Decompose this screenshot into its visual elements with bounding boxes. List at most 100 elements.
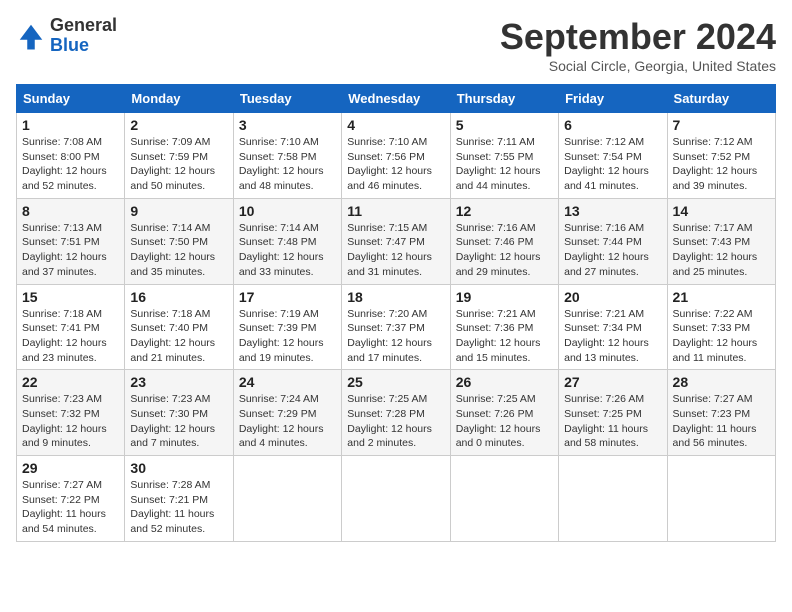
day-info: Sunrise: 7:21 AM Sunset: 7:36 PM Dayligh…	[456, 307, 553, 366]
day-info: Sunrise: 7:12 AM Sunset: 7:54 PM Dayligh…	[564, 135, 661, 194]
day-cell: 16 Sunrise: 7:18 AM Sunset: 7:40 PM Dayli…	[125, 284, 233, 370]
day-number: 19	[456, 289, 553, 305]
day-info: Sunrise: 7:25 AM Sunset: 7:28 PM Dayligh…	[347, 392, 444, 451]
day-number: 25	[347, 374, 444, 390]
title-area: September 2024 Social Circle, Georgia, U…	[500, 16, 776, 74]
day-number: 29	[22, 460, 119, 476]
day-number: 23	[130, 374, 227, 390]
logo: General Blue	[16, 16, 117, 56]
day-cell: 17Sunrise: 7:19 AM Sunset: 7:39 PM Dayli…	[233, 284, 341, 370]
day-cell	[233, 456, 341, 542]
day-cell: 28 Sunrise: 7:27 AM Sunset: 7:23 PM Dayli…	[667, 370, 775, 456]
day-cell: 14 Sunrise: 7:17 AM Sunset: 7:43 PM Dayli…	[667, 198, 775, 284]
day-cell: 25 Sunrise: 7:25 AM Sunset: 7:28 PM Dayli…	[342, 370, 450, 456]
day-number: 28	[673, 374, 770, 390]
day-info: Sunrise: 7:27 AM Sunset: 7:22 PM Dayligh…	[22, 478, 119, 537]
day-number: 6	[564, 117, 661, 133]
day-number: 18	[347, 289, 444, 305]
col-header-saturday: Saturday	[667, 85, 775, 113]
day-cell: 7 Sunrise: 7:12 AM Sunset: 7:52 PM Daylig…	[667, 113, 775, 199]
day-cell: 18 Sunrise: 7:20 AM Sunset: 7:37 PM Dayli…	[342, 284, 450, 370]
day-info: Sunrise: 7:18 AM Sunset: 7:41 PM Dayligh…	[22, 307, 119, 366]
day-number: 2	[130, 117, 227, 133]
header: General Blue September 2024 Social Circl…	[16, 16, 776, 74]
day-info: Sunrise: 7:17 AM Sunset: 7:43 PM Dayligh…	[673, 221, 770, 280]
day-info: Sunrise: 7:12 AM Sunset: 7:52 PM Dayligh…	[673, 135, 770, 194]
day-cell: 6 Sunrise: 7:12 AM Sunset: 7:54 PM Daylig…	[559, 113, 667, 199]
col-header-thursday: Thursday	[450, 85, 558, 113]
logo-general: General	[50, 16, 117, 36]
logo-icon	[16, 21, 46, 51]
day-number: 27	[564, 374, 661, 390]
day-cell: 13 Sunrise: 7:16 AM Sunset: 7:44 PM Dayli…	[559, 198, 667, 284]
day-cell: 26Sunrise: 7:25 AM Sunset: 7:26 PM Dayli…	[450, 370, 558, 456]
day-cell: 9 Sunrise: 7:14 AM Sunset: 7:50 PM Daylig…	[125, 198, 233, 284]
day-info: Sunrise: 7:23 AM Sunset: 7:30 PM Dayligh…	[130, 392, 227, 451]
day-cell: 3 Sunrise: 7:10 AM Sunset: 7:58 PM Daylig…	[233, 113, 341, 199]
day-cell: 29 Sunrise: 7:27 AM Sunset: 7:22 PM Dayli…	[17, 456, 125, 542]
day-number: 21	[673, 289, 770, 305]
day-number: 11	[347, 203, 444, 219]
day-number: 13	[564, 203, 661, 219]
day-number: 8	[22, 203, 119, 219]
day-cell: 23 Sunrise: 7:23 AM Sunset: 7:30 PM Dayli…	[125, 370, 233, 456]
day-number: 14	[673, 203, 770, 219]
week-row-4: 22Sunrise: 7:23 AM Sunset: 7:32 PM Dayli…	[17, 370, 776, 456]
day-cell: 2 Sunrise: 7:09 AM Sunset: 7:59 PM Daylig…	[125, 113, 233, 199]
day-info: Sunrise: 7:28 AM Sunset: 7:21 PM Dayligh…	[130, 478, 227, 537]
day-number: 16	[130, 289, 227, 305]
day-info: Sunrise: 7:15 AM Sunset: 7:47 PM Dayligh…	[347, 221, 444, 280]
day-info: Sunrise: 7:10 AM Sunset: 7:58 PM Dayligh…	[239, 135, 336, 194]
day-cell: 1 Sunrise: 7:08 AM Sunset: 8:00 PM Daylig…	[17, 113, 125, 199]
week-row-5: 29 Sunrise: 7:27 AM Sunset: 7:22 PM Dayli…	[17, 456, 776, 542]
col-header-tuesday: Tuesday	[233, 85, 341, 113]
day-info: Sunrise: 7:13 AM Sunset: 7:51 PM Dayligh…	[22, 221, 119, 280]
day-cell: 30 Sunrise: 7:28 AM Sunset: 7:21 PM Dayli…	[125, 456, 233, 542]
day-info: Sunrise: 7:16 AM Sunset: 7:44 PM Dayligh…	[564, 221, 661, 280]
day-number: 17	[239, 289, 336, 305]
day-info: Sunrise: 7:26 AM Sunset: 7:25 PM Dayligh…	[564, 392, 661, 451]
day-info: Sunrise: 7:14 AM Sunset: 7:48 PM Dayligh…	[239, 221, 336, 280]
day-info: Sunrise: 7:23 AM Sunset: 7:32 PM Dayligh…	[22, 392, 119, 451]
day-cell	[667, 456, 775, 542]
day-cell	[559, 456, 667, 542]
day-info: Sunrise: 7:20 AM Sunset: 7:37 PM Dayligh…	[347, 307, 444, 366]
col-header-sunday: Sunday	[17, 85, 125, 113]
day-info: Sunrise: 7:24 AM Sunset: 7:29 PM Dayligh…	[239, 392, 336, 451]
day-number: 30	[130, 460, 227, 476]
day-info: Sunrise: 7:18 AM Sunset: 7:40 PM Dayligh…	[130, 307, 227, 366]
day-cell: 8 Sunrise: 7:13 AM Sunset: 7:51 PM Daylig…	[17, 198, 125, 284]
day-info: Sunrise: 7:11 AM Sunset: 7:55 PM Dayligh…	[456, 135, 553, 194]
day-cell: 12Sunrise: 7:16 AM Sunset: 7:46 PM Dayli…	[450, 198, 558, 284]
day-number: 15	[22, 289, 119, 305]
day-info: Sunrise: 7:21 AM Sunset: 7:34 PM Dayligh…	[564, 307, 661, 366]
day-info: Sunrise: 7:14 AM Sunset: 7:50 PM Dayligh…	[130, 221, 227, 280]
day-info: Sunrise: 7:08 AM Sunset: 8:00 PM Dayligh…	[22, 135, 119, 194]
day-number: 1	[22, 117, 119, 133]
day-number: 3	[239, 117, 336, 133]
day-info: Sunrise: 7:10 AM Sunset: 7:56 PM Dayligh…	[347, 135, 444, 194]
day-number: 9	[130, 203, 227, 219]
day-cell: 27 Sunrise: 7:26 AM Sunset: 7:25 PM Dayli…	[559, 370, 667, 456]
week-row-2: 8 Sunrise: 7:13 AM Sunset: 7:51 PM Daylig…	[17, 198, 776, 284]
week-row-1: 1 Sunrise: 7:08 AM Sunset: 8:00 PM Daylig…	[17, 113, 776, 199]
day-number: 26	[456, 374, 553, 390]
day-cell: 19 Sunrise: 7:21 AM Sunset: 7:36 PM Dayli…	[450, 284, 558, 370]
day-number: 20	[564, 289, 661, 305]
day-number: 10	[239, 203, 336, 219]
day-number: 7	[673, 117, 770, 133]
day-cell: 4 Sunrise: 7:10 AM Sunset: 7:56 PM Daylig…	[342, 113, 450, 199]
day-number: 5	[456, 117, 553, 133]
col-header-friday: Friday	[559, 85, 667, 113]
day-number: 4	[347, 117, 444, 133]
day-cell: 15 Sunrise: 7:18 AM Sunset: 7:41 PM Dayli…	[17, 284, 125, 370]
col-header-wednesday: Wednesday	[342, 85, 450, 113]
week-row-3: 15 Sunrise: 7:18 AM Sunset: 7:41 PM Dayli…	[17, 284, 776, 370]
day-cell: 20 Sunrise: 7:21 AM Sunset: 7:34 PM Dayli…	[559, 284, 667, 370]
day-info: Sunrise: 7:22 AM Sunset: 7:33 PM Dayligh…	[673, 307, 770, 366]
col-header-monday: Monday	[125, 85, 233, 113]
day-info: Sunrise: 7:27 AM Sunset: 7:23 PM Dayligh…	[673, 392, 770, 451]
day-number: 12	[456, 203, 553, 219]
day-info: Sunrise: 7:09 AM Sunset: 7:59 PM Dayligh…	[130, 135, 227, 194]
header-row: SundayMondayTuesdayWednesdayThursdayFrid…	[17, 85, 776, 113]
